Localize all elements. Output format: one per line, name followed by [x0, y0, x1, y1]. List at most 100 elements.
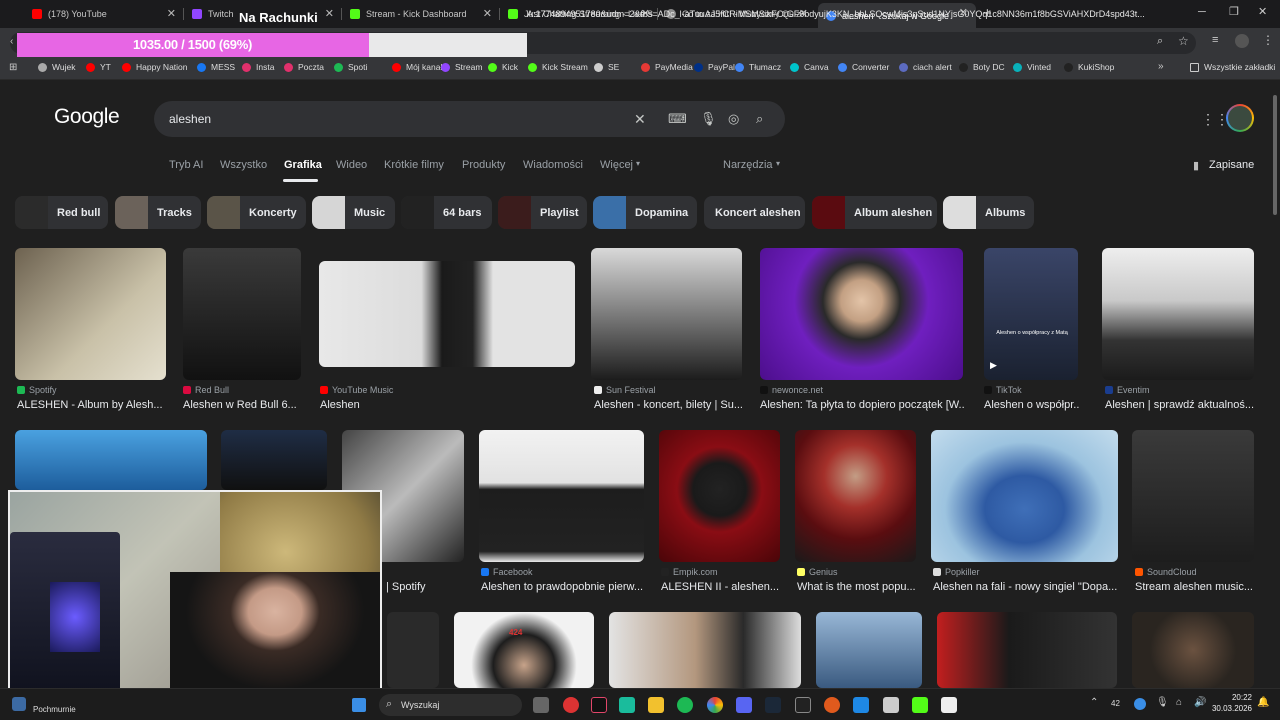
result-title[interactable]: ALESHEN - Album by Alesh...: [17, 399, 167, 411]
chip-dopamina[interactable]: Dopamina: [593, 196, 697, 229]
result-image[interactable]: [937, 612, 1117, 688]
lens-icon[interactable]: ◎: [728, 111, 739, 127]
bookmark-item[interactable]: Happy Nation: [122, 62, 188, 72]
result-title[interactable]: Aleshen: [320, 399, 570, 411]
result-image[interactable]: [319, 261, 575, 367]
microphone-icon[interactable]: 🎙: [1156, 697, 1169, 708]
result-image[interactable]: [221, 430, 327, 490]
app-icon[interactable]: [883, 697, 899, 713]
extensions-icon[interactable]: ≡: [1212, 34, 1218, 46]
scrollbar-thumb[interactable]: [1273, 95, 1277, 215]
profile-avatar[interactable]: [1235, 34, 1249, 48]
clock-time[interactable]: 20:22: [1212, 693, 1252, 702]
result-source[interactable]: Empik.com: [661, 567, 718, 577]
result-image[interactable]: [609, 612, 801, 688]
chrome-icon[interactable]: [707, 697, 723, 713]
account-avatar[interactable]: [1226, 104, 1254, 132]
app-tray-icon[interactable]: [1134, 698, 1146, 710]
result-title[interactable]: Aleshen na fali - nowy singiel "Dopa...: [933, 581, 1119, 593]
result-source[interactable]: Sun Festival: [594, 385, 656, 395]
tab-ai-mode[interactable]: Tryb AI: [169, 159, 203, 171]
obs-icon[interactable]: [941, 697, 957, 713]
bookmark-item[interactable]: Insta: [242, 62, 274, 72]
origin-icon[interactable]: [824, 697, 840, 713]
result-title[interactable]: Aleshen to prawdopobnie pierw...: [481, 581, 646, 593]
result-source[interactable]: Red Bull: [183, 385, 229, 395]
tab-short-videos[interactable]: Krótkie filmy: [384, 159, 444, 171]
keyboard-icon[interactable]: ⌨: [668, 111, 687, 127]
result-image[interactable]: [816, 612, 922, 688]
folder-icon[interactable]: [648, 697, 664, 713]
more-bookmarks-icon[interactable]: »: [1158, 61, 1164, 72]
tab-more[interactable]: Więcej: [600, 159, 633, 171]
bookmark-item[interactable]: Poczta: [284, 62, 324, 72]
bookmark-item[interactable]: YT: [86, 62, 111, 72]
bookmark-item[interactable]: Wujek: [38, 62, 75, 72]
bookmark-item[interactable]: KukiShop: [1064, 62, 1114, 72]
back-icon[interactable]: ‹: [10, 36, 13, 47]
result-image[interactable]: [760, 248, 963, 380]
bookmark-item[interactable]: MESS: [197, 62, 235, 72]
bookmark-item[interactable]: Vinted: [1013, 62, 1051, 72]
tab-kick-dashboard[interactable]: Stream - Kick Dashboard ✕: [342, 4, 500, 24]
result-title[interactable]: Aleshen - koncert, bilety | Su...: [594, 399, 742, 411]
tab-all[interactable]: Wszystko: [220, 159, 267, 171]
bookmark-item[interactable]: Mój kanał: [392, 62, 442, 72]
search-box[interactable]: aleshen ✕ ⌨ 🎙 ◎ ⌕: [154, 101, 785, 137]
search-icon[interactable]: ⌕: [756, 111, 763, 127]
clock-date[interactable]: 30.03.2026: [1206, 704, 1252, 713]
spotify-icon[interactable]: [677, 697, 693, 713]
result-image[interactable]: [387, 612, 439, 688]
bookmark-item[interactable]: Spoti: [334, 62, 367, 72]
speaker-icon[interactable]: 🔊: [1194, 697, 1206, 708]
epic-games-icon[interactable]: [795, 697, 811, 713]
result-source[interactable]: Popkiller: [933, 567, 980, 577]
bookmark-item[interactable]: SE: [594, 62, 619, 72]
result-title[interactable]: Aleshen: Ta płyta to dopiero początek [W…: [760, 399, 965, 411]
app-icon[interactable]: [619, 697, 635, 713]
result-source[interactable]: newonce.net: [760, 385, 823, 395]
result-image[interactable]: [659, 430, 780, 562]
close-icon[interactable]: ✕: [483, 7, 492, 20]
chip-tracks[interactable]: Tracks: [115, 196, 201, 229]
bookmark-item[interactable]: Tłumacz: [735, 62, 781, 72]
bookmark-star-icon[interactable]: ☆: [1178, 34, 1189, 48]
result-source[interactable]: Spotify: [17, 385, 57, 395]
window-close-icon[interactable]: ✕: [1258, 5, 1267, 18]
tab-products[interactable]: Produkty: [462, 159, 505, 171]
bookmark-item[interactable]: Converter: [838, 62, 889, 72]
result-title[interactable]: What is the most popu...: [797, 581, 917, 593]
result-image[interactable]: [1102, 248, 1254, 380]
result-image[interactable]: [183, 248, 301, 380]
google-apps-icon[interactable]: ⋮⋮: [1201, 111, 1229, 128]
chip-koncerty[interactable]: Koncerty: [207, 196, 306, 229]
tab-video[interactable]: Wideo: [336, 159, 367, 171]
chip-playlist[interactable]: Playlist: [498, 196, 587, 229]
result-source[interactable]: Facebook: [481, 567, 533, 577]
result-title[interactable]: Aleshen | sprawdź aktualnoś...: [1105, 399, 1255, 411]
chip-album-aleshen[interactable]: Album aleshen: [812, 196, 937, 229]
all-bookmarks-folder[interactable]: Wszystkie zakładki: [1190, 62, 1275, 72]
zoom-icon[interactable]: ⌕: [1157, 35, 1163, 48]
bookmark-item[interactable]: Kick: [488, 62, 518, 72]
scrollbar[interactable]: [1270, 81, 1280, 688]
tab-images[interactable]: Grafika: [284, 159, 322, 171]
result-title[interactable]: ALESHEN II - aleshen...: [661, 581, 781, 593]
chip-albums[interactable]: Albums: [943, 196, 1034, 229]
result-image[interactable]: [15, 248, 166, 380]
search-input[interactable]: aleshen: [169, 112, 211, 126]
result-title[interactable]: Stream aleshen music...: [1135, 581, 1255, 593]
result-image[interactable]: [1132, 612, 1254, 688]
result-image[interactable]: [1132, 430, 1254, 562]
microphone-icon[interactable]: 🎙: [700, 111, 717, 127]
saved-button[interactable]: Zapisane: [1209, 159, 1254, 171]
kick-icon[interactable]: [912, 697, 928, 713]
bookmark-item[interactable]: PayMedia: [641, 62, 693, 72]
discord-icon[interactable]: [736, 697, 752, 713]
tab-youtube[interactable]: (178) YouTube ✕: [24, 4, 184, 24]
bell-icon[interactable]: 🔔: [1257, 697, 1269, 708]
result-source[interactable]: Genius: [797, 567, 838, 577]
menu-icon[interactable]: ⋮: [1262, 33, 1274, 47]
chip-64-bars[interactable]: 64 bars: [401, 196, 492, 229]
chip-red-bull[interactable]: Red bull: [15, 196, 108, 229]
